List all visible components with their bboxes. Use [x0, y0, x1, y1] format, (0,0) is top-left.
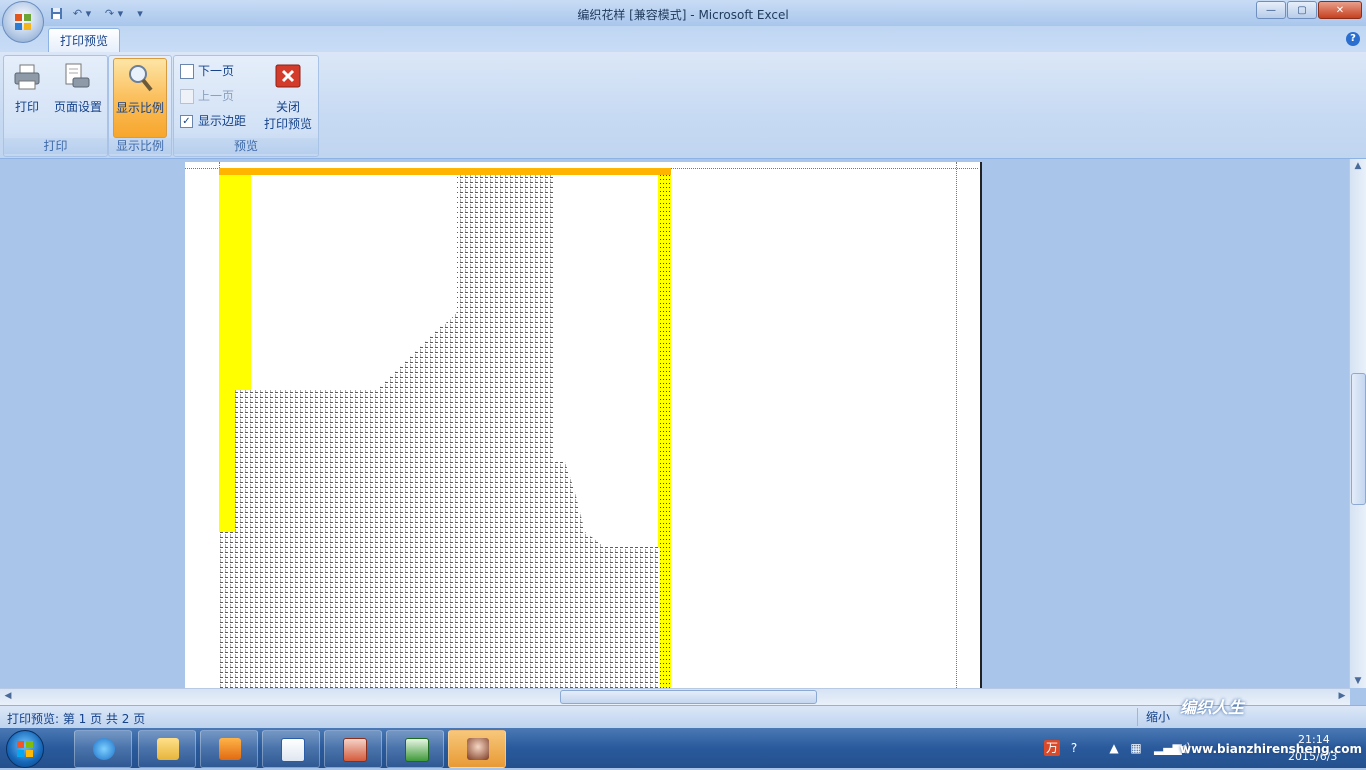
scroll-right-icon[interactable]: ▶ [1335, 689, 1349, 703]
scroll-left-icon[interactable]: ◀ [1, 689, 15, 703]
horizontal-scroll-thumb[interactable] [560, 690, 817, 704]
page-setup-label: 页面设置 [53, 100, 102, 114]
watermark-brand: 编织人生 [1180, 698, 1245, 717]
help-icon[interactable]: ? [1346, 32, 1360, 46]
preview-group: 下一页 上一页 ✓ 显示边距 关闭 打印预览 预览 [173, 55, 319, 157]
horizontal-scrollbar[interactable]: ◀ ▶ [0, 688, 1350, 705]
zoom-button[interactable]: 显示比例 [113, 58, 167, 138]
word-icon[interactable] [262, 730, 320, 768]
scroll-up-icon[interactable]: ▲ [1351, 159, 1365, 173]
app-tray-icon[interactable]: 万 [1044, 740, 1060, 756]
signal-icon[interactable]: ▂▄▆ [1154, 740, 1182, 756]
start-button[interactable] [6, 730, 44, 768]
windows-logo-icon [17, 741, 33, 757]
zoom-group-label: 显示比例 [109, 138, 171, 154]
file-explorer-icon[interactable] [138, 730, 196, 768]
page-setup-icon [65, 63, 90, 88]
zoom-group: 显示比例 显示比例 [108, 55, 172, 157]
powerpoint-icon[interactable] [324, 730, 382, 768]
close-button[interactable]: ✕ [1318, 1, 1362, 19]
status-page-info: 打印预览: 第 1 页 共 2 页 [7, 712, 146, 726]
network-icon[interactable]: ▦ [1128, 740, 1144, 756]
vertical-scrollbar[interactable]: ▲ ▼ [1349, 159, 1366, 688]
close-print-preview-button[interactable]: 关闭 打印预览 [260, 58, 316, 131]
print-button[interactable]: 打印 [4, 58, 50, 122]
close-preview-label-1: 关闭 [275, 100, 300, 114]
show-margins-label: 显示边距 [198, 114, 247, 128]
page-setup-button[interactable]: 页面设置 [52, 58, 104, 122]
print-preview-area[interactable] [0, 159, 1350, 688]
close-preview-icon [275, 64, 301, 88]
prev-page-icon [180, 89, 194, 104]
watermark-url: www.bianzhirensheng.com [1180, 742, 1363, 756]
tab-print-preview[interactable]: 打印预览 [48, 28, 121, 53]
prev-page-label: 上一页 [198, 89, 235, 103]
office-logo-icon [15, 14, 31, 30]
office-button[interactable] [2, 1, 44, 43]
chart-header-row [219, 168, 671, 175]
scroll-down-icon[interactable]: ▼ [1351, 674, 1365, 688]
preview-group-label: 预览 [174, 138, 318, 154]
checkbox-checked-icon: ✓ [180, 115, 193, 128]
zoom-label: 显示比例 [115, 101, 164, 115]
internet-explorer-icon[interactable] [74, 730, 132, 768]
status-bar: 打印预览: 第 1 页 共 2 页 缩小 [0, 705, 1366, 729]
show-margins-checkbox[interactable]: ✓ 显示边距 [180, 111, 246, 131]
printer-icon [14, 64, 40, 90]
window-controls: — ▢ ✕ [1256, 1, 1362, 19]
next-page-button[interactable]: 下一页 [180, 61, 234, 81]
tray-arrow-icon[interactable]: ▲ [1106, 740, 1122, 756]
help-tray-icon[interactable]: ? [1066, 740, 1082, 756]
title-bar: ↶ ▾ ↷ ▾ ▾ 编织花样 [兼容模式] - Microsoft Excel … [0, 0, 1366, 26]
ribbon-tab-row: 打印预览 ? [0, 26, 1366, 53]
print-group: 打印 页面设置 打印 [3, 55, 108, 157]
chart-pattern-area [219, 175, 660, 688]
photo-icon[interactable] [448, 730, 506, 768]
vertical-scroll-thumb[interactable] [1351, 373, 1366, 505]
media-player-icon[interactable] [200, 730, 258, 768]
window-title: 编织花样 [兼容模式] - Microsoft Excel [577, 8, 789, 22]
excel-icon[interactable] [386, 730, 444, 768]
prev-page-button[interactable]: 上一页 [180, 86, 234, 106]
ribbon: 打印 页面设置 打印 显示比例 显示比例 下一页 上一页 ✓ 显示边距 关闭 打… [0, 52, 1366, 159]
maximize-button[interactable]: ▢ [1287, 1, 1317, 19]
next-page-label: 下一页 [198, 64, 235, 78]
magnifier-icon [129, 65, 153, 92]
knitting-chart [219, 168, 671, 688]
next-page-icon [180, 64, 194, 79]
close-preview-label-2: 打印预览 [263, 117, 312, 131]
print-group-label: 打印 [4, 138, 107, 154]
preview-page [185, 162, 982, 688]
print-label: 打印 [14, 100, 39, 114]
minimize-button[interactable]: — [1256, 1, 1286, 19]
taskbar: 万 ? ▲ ▦ ▂▄▆ ◀) 21:14 2015/6/3 [0, 728, 1366, 768]
